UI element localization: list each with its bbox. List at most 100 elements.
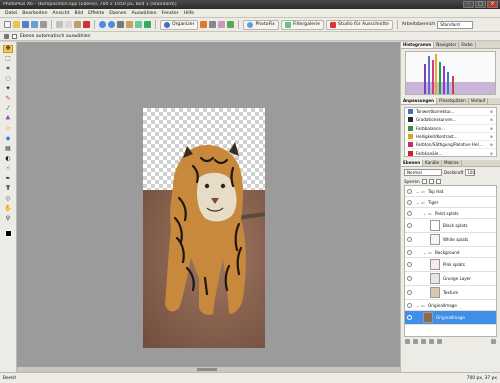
pen-tool-icon[interactable]: ✒ bbox=[3, 175, 13, 183]
adjustment-item[interactable]: Farbbalance... ⊕ bbox=[405, 125, 496, 133]
filtergalerie-button[interactable]: Filtergalerie bbox=[280, 19, 325, 30]
layer-group-row[interactable]: ⌄ ▭ OriginalImage bbox=[405, 300, 496, 311]
clone-tool-icon[interactable]: ♣ bbox=[3, 115, 13, 123]
organizer-button[interactable]: Organizer bbox=[160, 19, 199, 30]
zoom-icon[interactable] bbox=[117, 21, 124, 28]
layer-group-row[interactable]: ⌄ ▭ Background bbox=[405, 247, 496, 258]
selection-tool-icon[interactable]: ⬚ bbox=[3, 55, 13, 63]
visibility-eye-icon[interactable] bbox=[407, 200, 412, 205]
tool-icon-d[interactable] bbox=[227, 21, 235, 28]
add-adjustment-icon[interactable]: ⊕ bbox=[490, 126, 496, 131]
layer-row[interactable]: Black splats bbox=[405, 219, 496, 233]
move-tool-icon[interactable]: ✥ bbox=[3, 45, 13, 53]
open-folder-icon[interactable] bbox=[13, 21, 20, 28]
visibility-eye-icon[interactable] bbox=[407, 237, 412, 242]
add-adjustment-icon[interactable]: ⊕ bbox=[490, 117, 496, 122]
visibility-eye-icon[interactable] bbox=[407, 189, 412, 194]
visibility-eye-icon[interactable] bbox=[407, 303, 412, 308]
scrollbar-thumb[interactable] bbox=[197, 368, 217, 371]
redo-icon[interactable] bbox=[108, 21, 115, 28]
layer-row[interactable]: White splats bbox=[405, 233, 496, 247]
layer-row[interactable]: Pink splats bbox=[405, 258, 496, 272]
tab-navigator[interactable]: Navigator bbox=[434, 42, 460, 48]
menu-datei[interactable]: Datei bbox=[5, 11, 17, 16]
tab-verlauf[interactable]: Verlauf bbox=[469, 98, 489, 104]
visibility-eye-icon[interactable] bbox=[407, 262, 412, 267]
adjustment-item[interactable]: Gradationskurven... ⊕ bbox=[405, 116, 496, 125]
maximize-button[interactable]: □ bbox=[475, 1, 486, 8]
save-as-icon[interactable] bbox=[31, 21, 38, 28]
close-button[interactable]: × bbox=[487, 1, 498, 8]
workspace-select[interactable]: Standard bbox=[437, 20, 474, 29]
new-file-icon[interactable] bbox=[4, 21, 11, 28]
lock-transparency-icon[interactable] bbox=[421, 178, 427, 184]
expand-chevron-icon[interactable]: ⌄ bbox=[423, 250, 426, 255]
rotate-icon[interactable] bbox=[135, 21, 142, 28]
menu-effekte[interactable]: Effekte bbox=[88, 11, 104, 16]
help-icon[interactable] bbox=[144, 21, 151, 28]
cut-icon[interactable] bbox=[56, 21, 63, 28]
layer-row[interactable]: OriginalImage bbox=[405, 311, 496, 325]
menu-bearbeiten[interactable]: Bearbeiten bbox=[22, 11, 47, 16]
visibility-eye-icon[interactable] bbox=[407, 223, 412, 228]
zoom-tool-icon[interactable]: ⚲ bbox=[3, 215, 13, 223]
tab-pinselspitzen[interactable]: Pinselspitzen bbox=[437, 98, 469, 104]
gradient-tool-icon[interactable]: ▤ bbox=[3, 145, 13, 153]
menu-ansicht[interactable]: Ansicht bbox=[53, 11, 70, 16]
tab-kanaele[interactable]: Kanäle bbox=[423, 160, 442, 166]
visibility-eye-icon[interactable] bbox=[407, 315, 412, 320]
save-icon[interactable] bbox=[22, 21, 29, 28]
smudge-tool-icon[interactable]: ☝ bbox=[3, 165, 13, 173]
shape-tool-icon[interactable]: ◇ bbox=[3, 195, 13, 203]
menu-ebenen[interactable]: Ebenen bbox=[109, 11, 126, 16]
add-adjustment-icon[interactable]: ⊕ bbox=[490, 151, 496, 156]
add-adjustment-icon[interactable]: ⊕ bbox=[490, 134, 496, 139]
tab-makros[interactable]: Makros bbox=[442, 160, 462, 166]
foreground-color[interactable] bbox=[4, 229, 12, 237]
tool-icon-a[interactable] bbox=[200, 21, 208, 28]
tab-histogramm[interactable]: Histogramm bbox=[401, 42, 435, 48]
eyedropper-icon[interactable]: ⁄ bbox=[3, 105, 13, 113]
layer-row[interactable]: Texture bbox=[405, 286, 496, 300]
expand-chevron-icon[interactable]: ⌄ bbox=[416, 200, 419, 205]
menu-auswaehlen[interactable]: Auswählen bbox=[132, 11, 157, 16]
blend-mode-select[interactable]: Normal bbox=[404, 168, 442, 176]
lock-all-icon[interactable] bbox=[435, 178, 441, 184]
adjustment-item[interactable]: Tonwertkorrektur... ⊕ bbox=[405, 108, 496, 117]
new-group-icon[interactable] bbox=[413, 339, 418, 344]
add-adjustment-icon[interactable]: ⊕ bbox=[490, 142, 496, 147]
auto-select-checkbox[interactable] bbox=[12, 33, 17, 39]
lock-position-icon[interactable] bbox=[428, 178, 434, 184]
layer-group-row[interactable]: ⌄ ▭ Tiger bbox=[405, 197, 496, 208]
canvas-area[interactable] bbox=[17, 42, 400, 372]
dodge-tool-icon[interactable]: ◐ bbox=[3, 155, 13, 163]
tool-icon-b[interactable] bbox=[209, 21, 217, 28]
tab-ebenen[interactable]: Ebenen bbox=[401, 160, 424, 166]
visibility-eye-icon[interactable] bbox=[407, 211, 412, 216]
hand-tool-icon[interactable]: ✋ bbox=[3, 205, 13, 213]
expand-chevron-icon[interactable]: ⌄ bbox=[416, 189, 419, 194]
delete-layer-icon[interactable] bbox=[491, 339, 496, 344]
opacity-input[interactable]: 100 bbox=[465, 168, 476, 176]
magic-wand-icon[interactable]: ✦ bbox=[3, 85, 13, 93]
delete-icon[interactable] bbox=[83, 21, 90, 28]
paste-icon[interactable] bbox=[74, 21, 81, 28]
adjustment-item[interactable]: Helligkeit/Kontrast... ⊕ bbox=[405, 133, 496, 142]
add-adjustment-icon[interactable]: ⊕ bbox=[490, 109, 496, 114]
tool-icon-c[interactable] bbox=[218, 21, 226, 28]
layer-effects-icon[interactable] bbox=[437, 339, 442, 344]
adjustment-item[interactable]: Farbton/Sättigung/Relative Hel... ⊕ bbox=[405, 141, 496, 150]
crop-tool-icon[interactable]: ⌗ bbox=[3, 65, 13, 73]
layer-group-row[interactable]: ⌄ ▭ Top Hat bbox=[405, 186, 496, 197]
eraser-tool-icon[interactable]: ▱ bbox=[3, 125, 13, 133]
adjustment-layer-icon[interactable] bbox=[429, 339, 434, 344]
lasso-tool-icon[interactable]: ◌ bbox=[3, 75, 13, 83]
brush-tool-icon[interactable]: ✎ bbox=[3, 95, 13, 103]
new-layer-icon[interactable] bbox=[405, 339, 410, 344]
expand-chevron-icon[interactable]: ⌄ bbox=[423, 211, 426, 216]
undo-icon[interactable] bbox=[99, 21, 106, 28]
menu-bild[interactable]: Bild bbox=[74, 11, 83, 16]
print-icon[interactable] bbox=[40, 21, 47, 28]
crop-icon[interactable] bbox=[126, 21, 133, 28]
menu-hilfe[interactable]: Hilfe bbox=[184, 11, 194, 16]
